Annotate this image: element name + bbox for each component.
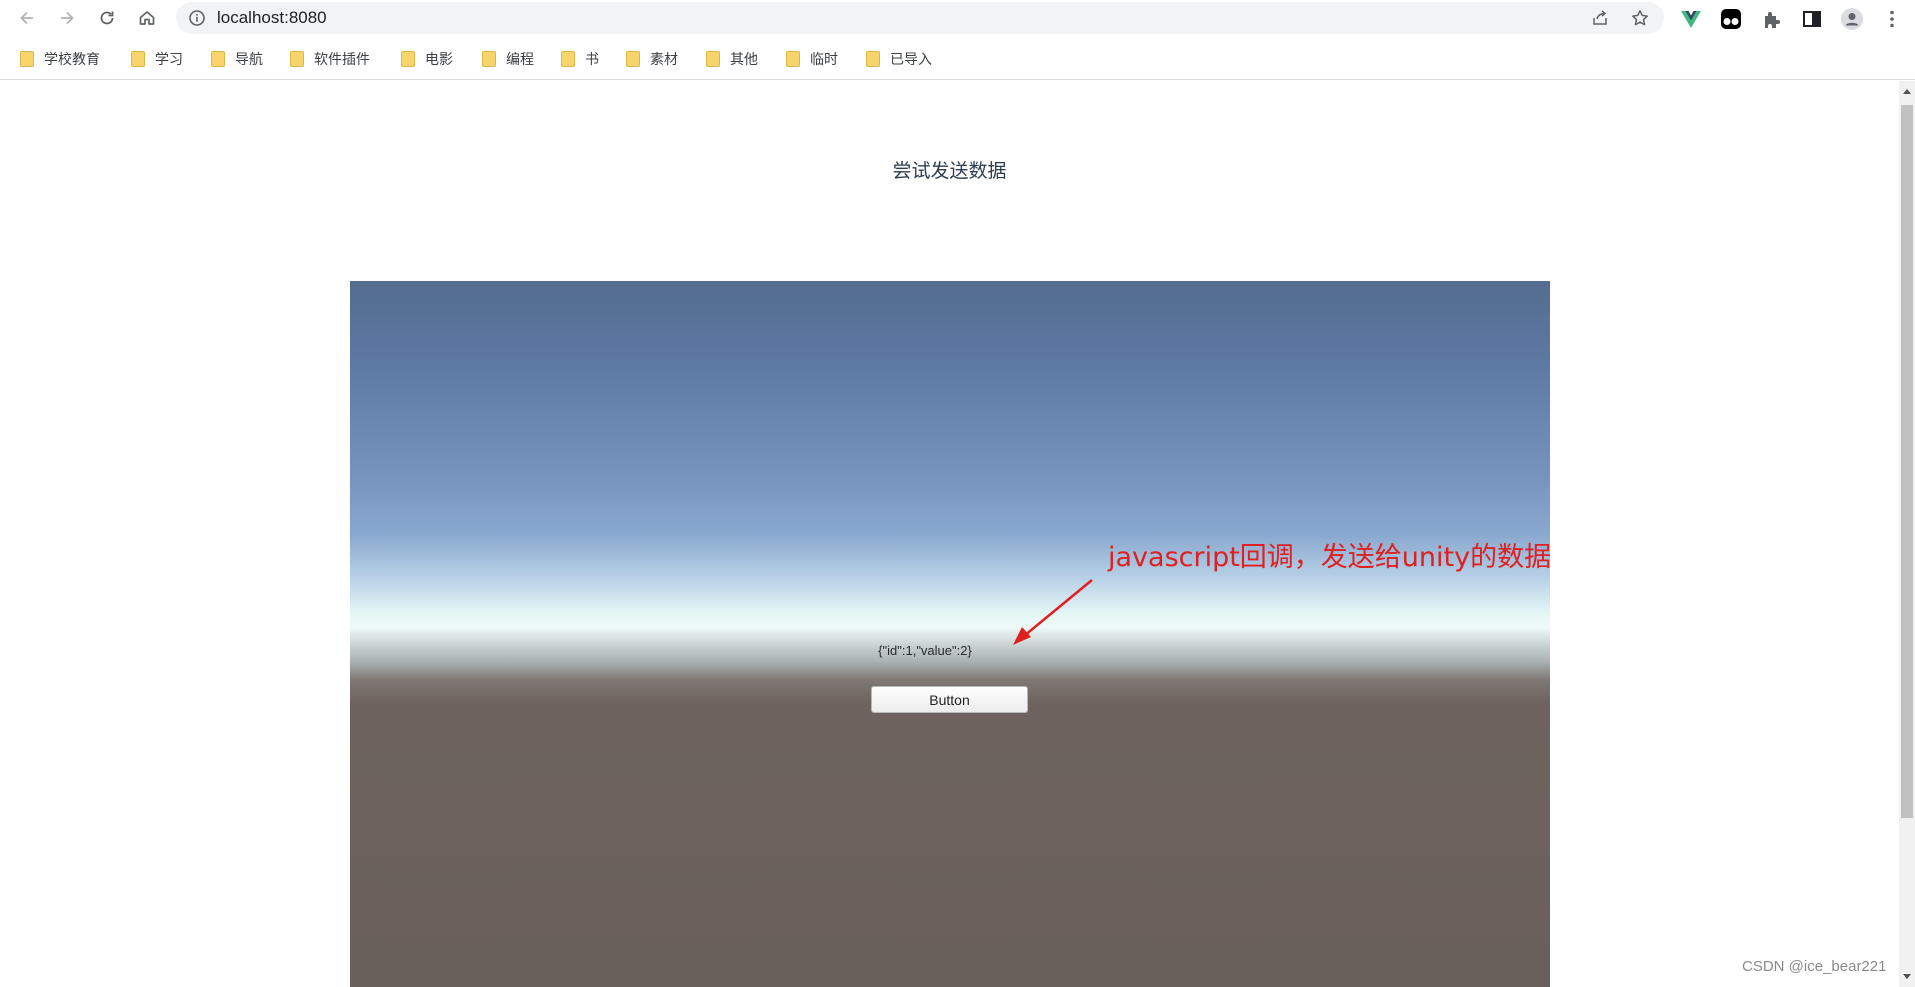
- watermark: CSDN @ice_bear221: [1742, 958, 1887, 975]
- back-button[interactable]: [15, 6, 39, 30]
- bookmark-folder[interactable]: 书: [561, 48, 599, 70]
- folder-icon: [482, 51, 496, 67]
- url-text[interactable]: localhost:8080: [217, 2, 327, 34]
- bookmark-label: 导航: [235, 52, 263, 68]
- home-icon: [139, 11, 155, 25]
- back-arrow-icon: [20, 11, 33, 25]
- unity-webgl-canvas[interactable]: {"id":1,"value":2} Button: [350, 281, 1550, 987]
- bookmark-label: 已导入: [890, 52, 932, 68]
- bookmark-label: 软件插件: [314, 52, 370, 68]
- vue-icon[interactable]: [1680, 8, 1702, 30]
- folder-icon: [561, 51, 575, 67]
- bookmark-folder[interactable]: 学习: [131, 48, 183, 70]
- bookmark-label: 编程: [506, 52, 534, 68]
- received-json-text: {"id":1,"value":2}: [878, 643, 972, 658]
- bookmark-label: 临时: [810, 52, 838, 68]
- bookmark-folder[interactable]: 导航: [211, 48, 263, 70]
- folder-icon: [211, 51, 225, 67]
- bookmark-folder[interactable]: 编程: [482, 48, 534, 70]
- folder-icon: [401, 51, 415, 67]
- bookmark-label: 学习: [155, 52, 183, 68]
- folder-icon: [20, 51, 34, 67]
- scroll-down-arrow-icon[interactable]: [1903, 974, 1911, 979]
- reload-button[interactable]: [95, 6, 119, 30]
- profile-icon[interactable]: [1841, 8, 1863, 30]
- page-title: 尝试发送数据: [892, 160, 1007, 182]
- puzzle-icon[interactable]: [1761, 8, 1783, 30]
- folder-icon: [290, 51, 304, 67]
- address-bar[interactable]: localhost:8080: [176, 2, 1664, 34]
- bookmark-folder[interactable]: 已导入: [866, 48, 932, 70]
- annotation-text: javascript回调，发送给unity的数据: [1108, 542, 1552, 573]
- bookmark-folder[interactable]: 学校教育: [20, 48, 100, 70]
- browser-toolbar: localhost:8080: [0, 0, 1915, 36]
- reload-icon: [100, 11, 114, 25]
- bookmark-folder[interactable]: 临时: [786, 48, 838, 70]
- forward-button[interactable]: [55, 6, 79, 30]
- page-content: 尝试发送数据 {"id":1,"value":2} Button javascr…: [0, 81, 1899, 987]
- bookmark-label: 书: [585, 52, 599, 68]
- scroll-up-arrow-icon[interactable]: [1903, 89, 1911, 94]
- folder-icon: [706, 51, 720, 67]
- bookmarks-bar: 学校教育 学习 导航 软件插件 电影 编程 书 素材 其他 临时 已导入: [0, 40, 1915, 80]
- bookmark-folder[interactable]: 软件插件: [290, 48, 370, 70]
- bookmark-folder[interactable]: 电影: [401, 48, 453, 70]
- folder-icon: [626, 51, 640, 67]
- bookmark-label: 电影: [425, 52, 453, 68]
- forward-arrow-icon: [61, 11, 74, 25]
- bookmark-label: 其他: [730, 52, 758, 68]
- folder-icon: [131, 51, 145, 67]
- bookmark-label: 素材: [650, 52, 678, 68]
- folder-icon: [866, 51, 880, 67]
- scrollbar-thumb[interactable]: [1901, 105, 1913, 818]
- side-panel-icon[interactable]: [1801, 8, 1823, 30]
- star-icon[interactable]: [1631, 9, 1649, 27]
- folder-icon: [786, 51, 800, 67]
- bookmark-folder[interactable]: 其他: [706, 48, 758, 70]
- tampermonkey-icon[interactable]: [1720, 8, 1742, 30]
- bookmark-label: 学校教育: [44, 52, 100, 68]
- info-icon[interactable]: [188, 9, 206, 27]
- kebab-menu-icon[interactable]: [1881, 8, 1903, 30]
- page-scrollbar[interactable]: [1899, 81, 1915, 987]
- share-icon[interactable]: [1591, 9, 1609, 27]
- home-button[interactable]: [135, 6, 159, 30]
- bookmark-folder[interactable]: 素材: [626, 48, 678, 70]
- unity-button[interactable]: Button: [871, 686, 1028, 713]
